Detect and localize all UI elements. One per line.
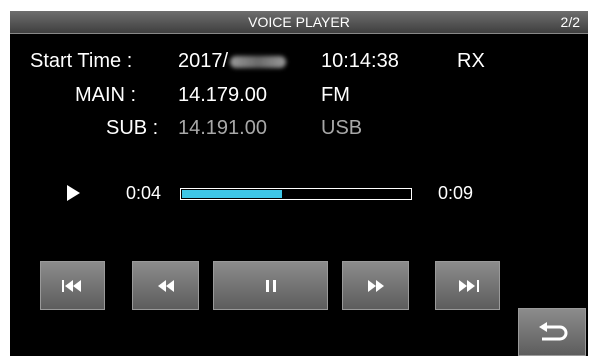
page-indicator: 2/2	[560, 14, 580, 30]
skip-next-icon	[458, 279, 479, 292]
start-date-year: 2017/	[178, 50, 229, 72]
pause-button[interactable]	[213, 261, 328, 310]
rewind-icon	[157, 279, 174, 292]
skip-previous-button[interactable]	[40, 261, 105, 310]
screen-title: VOICE PLAYER	[248, 14, 350, 30]
voice-player-screen: VOICE PLAYER 2/2 Start Time : 2017/ 10:1…	[10, 11, 588, 356]
main-frequency: 14.179.00	[178, 84, 267, 106]
redacted-date	[230, 55, 287, 68]
progress-fill	[182, 190, 283, 198]
start-time-value: 10:14:38	[321, 50, 399, 72]
main-label: MAIN :	[75, 84, 137, 106]
fast-forward-icon	[367, 279, 384, 292]
sub-frequency: 14.191.00	[178, 117, 267, 139]
pause-icon	[265, 279, 276, 292]
main-mode: FM	[321, 84, 350, 106]
return-icon	[539, 322, 568, 341]
start-date: 2017/	[178, 49, 287, 73]
fast-forward-button[interactable]	[342, 261, 409, 310]
start-time-label: Start Time :	[30, 50, 133, 72]
elapsed-time: 0:04	[126, 183, 162, 203]
sub-mode: USB	[321, 117, 363, 139]
skip-next-button[interactable]	[435, 261, 500, 310]
playback-progress-bar	[180, 188, 412, 200]
sub-label: SUB :	[106, 117, 159, 139]
return-button[interactable]	[518, 308, 586, 356]
rx-indicator: RX	[457, 50, 485, 72]
rewind-button[interactable]	[132, 261, 199, 310]
play-status-icon	[67, 185, 80, 201]
title-bar: VOICE PLAYER 2/2	[10, 11, 588, 34]
total-time: 0:09	[438, 183, 474, 203]
skip-previous-icon	[61, 279, 81, 292]
